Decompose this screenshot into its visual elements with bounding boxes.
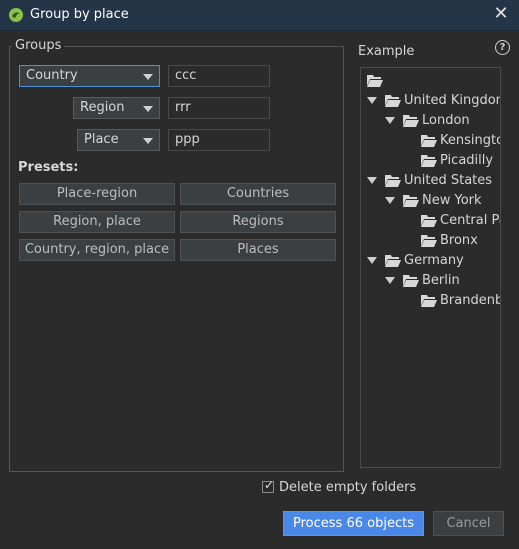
tree-node[interactable]: New York [361,191,500,211]
process-button[interactable]: Process 66 objects [283,511,424,536]
preset-country-region-place-button[interactable]: Country, region, place [19,239,175,261]
level-2-pattern-value: rrr [175,100,191,115]
cancel-button[interactable]: Cancel [433,511,504,536]
tree-root[interactable] [361,71,500,91]
expand-arrow-icon [385,117,395,124]
presets-label: Presets: [18,160,79,175]
tree-node[interactable]: Germany [361,251,500,271]
level-3-value: Place [84,132,119,147]
preset-region-place-button[interactable]: Region, place [19,211,175,233]
tree-node[interactable]: Picadilly [361,151,500,171]
preset-places-button[interactable]: Places [180,239,336,261]
level-3-combo[interactable]: Place [77,129,160,151]
tree-node-label: Picadilly [440,153,494,168]
delete-empty-folders-checkbox[interactable]: ✓ [262,478,275,493]
example-tree[interactable]: United Kingdom London Kensington Picadil… [360,67,501,468]
level-2-pattern-input[interactable]: rrr [168,97,270,119]
title-bar: Group by place ✕ [0,0,519,31]
tree-node[interactable]: Berlin [361,271,500,291]
folder-open-icon [403,195,419,207]
expand-arrow-icon [367,97,377,104]
folder-open-icon [367,75,383,87]
folder-open-icon [421,215,437,227]
tree-node-label: United Kingdom [404,93,501,108]
expand-arrow-icon [385,277,395,284]
tree-node[interactable]: Kensington [361,131,500,151]
expand-arrow-icon [367,257,377,264]
preset-place-region-button[interactable]: Place-region [19,183,175,205]
folder-open-icon [421,135,437,147]
tree-node-label: Berlin [422,273,460,288]
folder-open-icon [385,95,401,107]
tree-node[interactable]: Brandenburg [361,291,501,311]
tree-node-label: United States [404,173,493,188]
tree-node-label: Germany [404,253,464,268]
level-1-pattern-input[interactable]: ccc [168,65,270,87]
tree-node-label: New York [422,193,482,208]
tree-node[interactable]: Bronx [361,231,500,251]
tree-node-label: Central Park [440,213,500,228]
tree-node[interactable]: United States [361,171,500,191]
folder-open-icon [403,275,419,287]
preset-countries-button[interactable]: Countries [180,183,336,205]
level-2-value: Region [80,100,125,115]
tree-node[interactable]: London [361,111,500,131]
folder-open-icon [421,295,437,307]
example-label: Example [358,44,415,59]
groups-label: Groups [12,38,65,53]
level-1-value: Country [26,68,78,83]
level-3-pattern-input[interactable]: ppp [168,129,270,151]
chevron-down-icon [143,74,153,80]
folder-open-icon [403,115,419,127]
level-3-pattern-value: ppp [175,132,200,147]
preset-regions-button[interactable]: Regions [180,211,336,233]
tree-node[interactable]: United Kingdom [361,91,501,111]
level-1-combo[interactable]: Country [19,65,160,87]
tree-node[interactable]: Central Park [361,211,500,231]
folder-open-icon [421,155,437,167]
checkmark-icon: ✓ [264,478,275,492]
delete-empty-folders-label[interactable]: Delete empty folders [279,480,416,495]
expand-arrow-icon [385,197,395,204]
app-logo-icon [9,8,23,22]
level-2-combo[interactable]: Region [73,97,160,119]
folder-open-icon [421,235,437,247]
chevron-down-icon [143,138,153,144]
tree-node-label: Kensington [440,133,500,148]
folder-open-icon [385,175,401,187]
help-icon[interactable]: ? [495,40,510,55]
level-1-pattern-value: ccc [175,68,197,83]
window-title: Group by place [30,7,129,22]
tree-node-label: Bronx [440,233,478,248]
chevron-down-icon [143,106,153,112]
tree-node-label: Brandenburg [440,293,501,308]
folder-open-icon [385,255,401,267]
close-icon[interactable]: ✕ [491,4,511,24]
tree-node-label: London [422,113,470,128]
expand-arrow-icon [367,177,377,184]
